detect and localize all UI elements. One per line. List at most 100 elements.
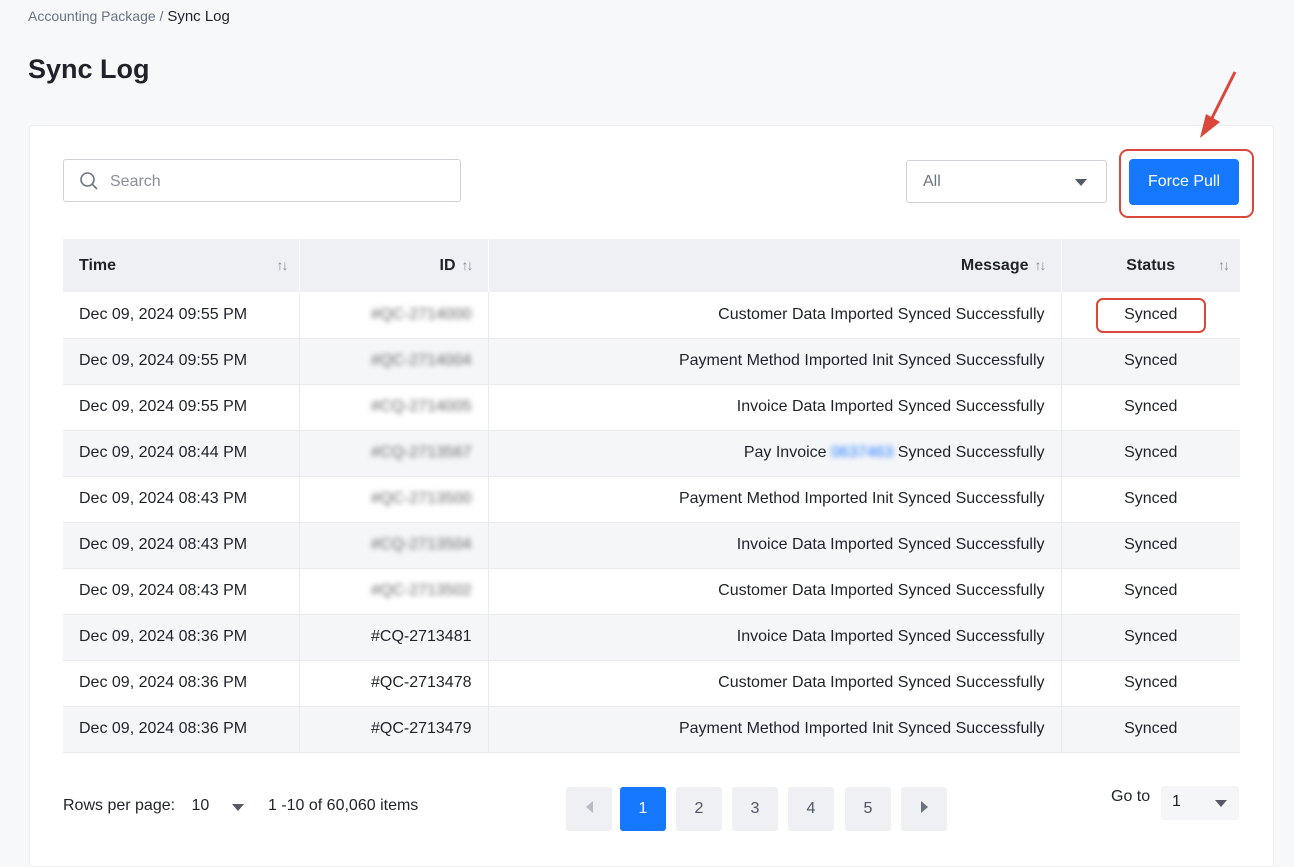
page-title: Sync Log [28, 54, 150, 84]
cell-id: #QC-2713502 [299, 568, 489, 615]
table-row[interactable]: Dec 09, 2024 09:55 PM #QC-2714000 Custom… [63, 292, 1240, 339]
cell-time: Dec 09, 2024 08:36 PM [63, 706, 300, 753]
id-value-redacted: #QC-2713502 [370, 582, 472, 599]
cell-status: Synced [1061, 476, 1240, 523]
table-row[interactable]: Dec 09, 2024 08:36 PM #QC-2713479 Paymen… [63, 706, 1240, 753]
cell-time: Dec 09, 2024 09:55 PM [63, 338, 300, 385]
page-button-1[interactable]: 1 [620, 787, 666, 831]
column-header-id-label: ID [439, 256, 456, 274]
sort-icon[interactable]: ↑↓ [462, 257, 474, 273]
items-label: items [380, 797, 419, 814]
sync-log-table: Time ↑↓ ID ↑↓ Message ↑↓ Status ↑↓ Dec 09,… [63, 239, 1240, 753]
cell-status: Synced [1061, 430, 1240, 477]
cell-time: Dec 09, 2024 08:36 PM [63, 614, 300, 661]
sort-icon[interactable]: ↑↓ [277, 257, 289, 273]
page-button-2[interactable]: 2 [676, 787, 722, 831]
cell-id: #QC-2714004 [299, 338, 489, 385]
cell-time: Dec 09, 2024 09:55 PM [63, 384, 300, 431]
cell-message: Customer Data Imported Synced Successful… [488, 568, 1062, 615]
rows-per-page-control: Rows per page: 10 1 -10 of 60,060 items [63, 797, 418, 815]
cell-message: Payment Method Imported Init Synced Succ… [488, 706, 1062, 753]
cell-message: Invoice Data Imported Synced Successfull… [488, 614, 1062, 661]
cell-message: Customer Data Imported Synced Successful… [488, 292, 1062, 339]
invoice-link[interactable]: 0637463 [831, 444, 893, 461]
id-value-redacted: #QC-2713500 [370, 490, 472, 507]
rows-per-page-select[interactable]: 10 [186, 797, 250, 815]
cell-time: Dec 09, 2024 08:43 PM [63, 476, 300, 523]
goto-page-value: 1 [1172, 793, 1181, 810]
cell-status: Synced [1061, 660, 1240, 707]
rows-per-page-label: Rows per page: [63, 797, 176, 814]
search-box[interactable] [63, 159, 461, 203]
cell-message: Payment Method Imported Init Synced Succ… [488, 476, 1062, 523]
id-value-redacted: #CQ-2713567 [370, 444, 472, 461]
column-header-message[interactable]: Message ↑↓ [488, 239, 1062, 292]
cell-status: Synced [1061, 338, 1240, 385]
cell-time: Dec 09, 2024 08:36 PM [63, 660, 300, 707]
item-range: 1 -10 of 60,060 [267, 797, 376, 814]
message-suffix: Synced Successfully [897, 444, 1045, 461]
cell-id: #CQ-2713567 [299, 430, 489, 477]
status-filter-select[interactable]: All [906, 160, 1107, 203]
table-row[interactable]: Dec 09, 2024 08:36 PM #CQ-2713481 Invoic… [63, 614, 1240, 661]
cell-id: #QC-2713478 [299, 660, 489, 707]
column-header-status-label: Status [1126, 256, 1176, 274]
chevron-down-icon [1215, 800, 1227, 807]
breadcrumb-current: Sync Log [167, 8, 230, 25]
page-button-5[interactable]: 5 [845, 787, 891, 831]
goto-page-control: Go to 1 [1111, 786, 1239, 820]
table-row[interactable]: Dec 09, 2024 09:55 PM #CQ-2714005 Invoic… [63, 384, 1240, 431]
page-button-3[interactable]: 3 [732, 787, 778, 831]
sync-log-card: All Force Pull Time ↑↓ ID ↑↓ Message ↑↓ St… [29, 125, 1274, 867]
cell-time: Dec 09, 2024 08:44 PM [63, 430, 300, 477]
cell-status: Synced [1061, 614, 1240, 661]
breadcrumb-separator: / [159, 8, 164, 24]
prev-page-button[interactable] [566, 787, 612, 831]
cell-time: Dec 09, 2024 09:55 PM [63, 292, 300, 339]
cell-id: #QC-2713479 [299, 706, 489, 753]
id-value-redacted: #QC-2714004 [370, 352, 472, 369]
cell-time: Dec 09, 2024 08:43 PM [63, 568, 300, 615]
force-pull-button[interactable]: Force Pull [1129, 159, 1239, 205]
search-icon [80, 172, 98, 190]
chevron-down-icon [1075, 179, 1087, 186]
id-value-redacted: #QC-2714000 [370, 305, 472, 323]
next-page-button[interactable] [901, 787, 947, 831]
cell-id: #CQ-2714005 [299, 384, 489, 431]
rows-per-page-value: 10 [191, 797, 210, 814]
chevron-down-icon [231, 804, 244, 811]
cell-id: #CQ-2713481 [299, 614, 489, 661]
cell-status: Synced [1061, 706, 1240, 753]
goto-page-select[interactable]: 1 [1161, 786, 1239, 820]
column-header-message-label: Message [960, 256, 1029, 274]
table-row[interactable]: Dec 09, 2024 08:43 PM #QC-2713500 Paymen… [63, 476, 1240, 523]
breadcrumb-parent[interactable]: Accounting Package [28, 8, 156, 24]
page-button-4[interactable]: 4 [788, 787, 834, 831]
cell-id: #CQ-2713504 [299, 522, 489, 569]
message-prefix: Pay Invoice [743, 444, 827, 461]
id-value-redacted: #CQ-2713504 [370, 536, 472, 553]
goto-label: Go to [1111, 788, 1151, 805]
table-row[interactable]: Dec 09, 2024 08:36 PM #QC-2713478 Custom… [63, 660, 1240, 707]
cell-message: Customer Data Imported Synced Successful… [488, 660, 1062, 707]
table-row[interactable]: Dec 09, 2024 08:44 PM #CQ-2713567 Pay In… [63, 430, 1240, 477]
column-header-id[interactable]: ID ↑↓ [299, 239, 489, 292]
sort-icon[interactable]: ↑↓ [1218, 257, 1230, 273]
table-row[interactable]: Dec 09, 2024 08:43 PM #QC-2713502 Custom… [63, 568, 1240, 615]
cell-time: Dec 09, 2024 08:43 PM [63, 522, 300, 569]
column-header-status[interactable]: Status ↑↓ [1061, 239, 1240, 292]
cell-message: Pay Invoice 0637463 Synced Successfully [488, 430, 1062, 477]
column-header-time-label: Time [79, 256, 117, 274]
search-input[interactable] [108, 160, 452, 203]
table-row[interactable]: Dec 09, 2024 08:43 PM #CQ-2713504 Invoic… [63, 522, 1240, 569]
cell-status: Synced [1061, 522, 1240, 569]
sort-icon[interactable]: ↑↓ [1035, 257, 1047, 273]
prev-page-icon [585, 801, 593, 813]
table-header-row: Time ↑↓ ID ↑↓ Message ↑↓ Status ↑↓ [63, 239, 1240, 292]
cell-message: Payment Method Imported Init Synced Succ… [488, 338, 1062, 385]
column-header-time[interactable]: Time ↑↓ [63, 239, 300, 292]
status-filter-value: All [923, 173, 941, 190]
table-row[interactable]: Dec 09, 2024 09:55 PM #QC-2714004 Paymen… [63, 338, 1240, 385]
annotation-arrow-icon [1200, 71, 1237, 138]
cell-message: Invoice Data Imported Synced Successfull… [488, 522, 1062, 569]
